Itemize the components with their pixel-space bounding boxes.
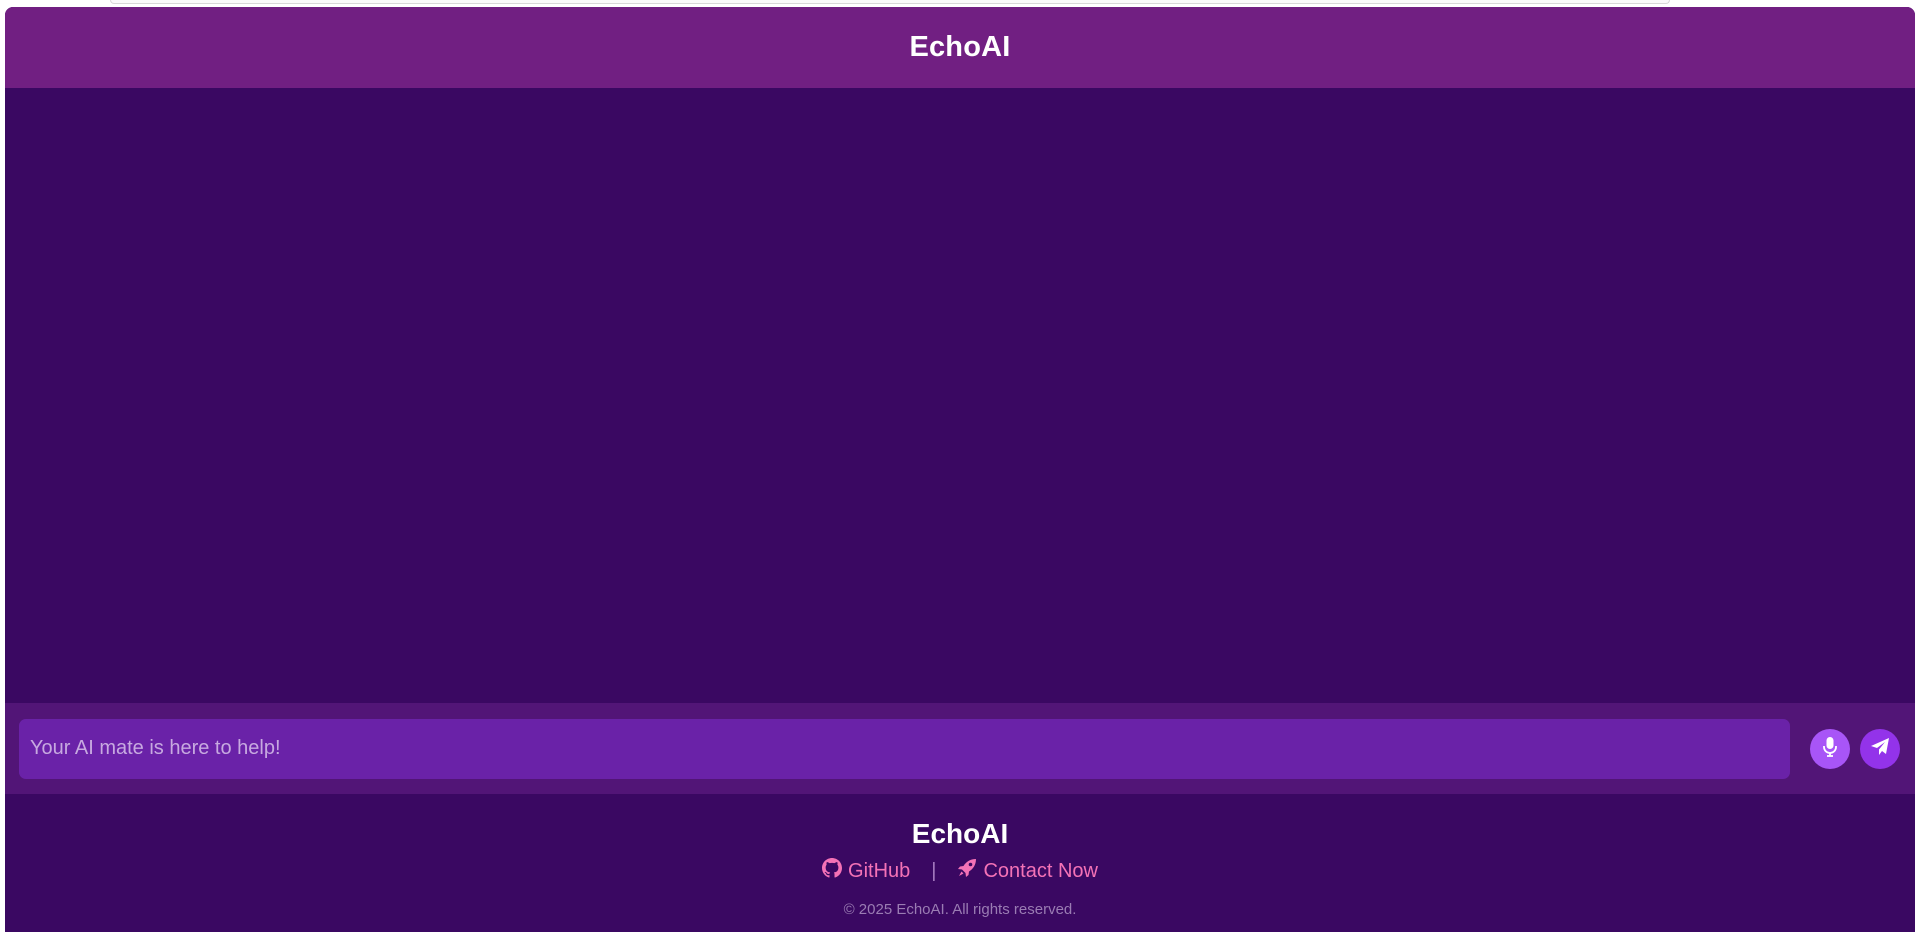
app-header: EchoAI bbox=[5, 7, 1915, 88]
voice-input-button[interactable] bbox=[1810, 728, 1850, 769]
link-separator: | bbox=[931, 859, 937, 882]
browser-top-strip bbox=[110, 0, 1670, 4]
rocket-icon bbox=[957, 858, 977, 884]
github-icon bbox=[822, 858, 843, 884]
chat-messages-area[interactable] bbox=[5, 88, 1915, 703]
app-title: EchoAI bbox=[909, 31, 1011, 63]
github-link-label: GitHub bbox=[848, 859, 911, 882]
footer-links: GitHub | Contact Now bbox=[822, 858, 1098, 884]
microphone-icon bbox=[1823, 737, 1837, 760]
footer-title: EchoAI bbox=[911, 818, 1009, 849]
app-footer: EchoAI GitHub | Contact Now © 2025 EchoA… bbox=[5, 794, 1915, 932]
send-button[interactable] bbox=[1860, 728, 1900, 769]
chat-composer bbox=[5, 703, 1915, 794]
github-link[interactable]: GitHub bbox=[822, 858, 910, 884]
copyright-text: © 2025 EchoAI. All rights reserved. bbox=[843, 901, 1077, 918]
contact-link-label: Contact Now bbox=[983, 859, 1098, 882]
message-input[interactable] bbox=[19, 718, 1790, 779]
paper-plane-icon bbox=[1870, 737, 1890, 760]
contact-link[interactable]: Contact Now bbox=[957, 858, 1098, 884]
chat-app: EchoAI EchoAI bbox=[5, 7, 1915, 932]
